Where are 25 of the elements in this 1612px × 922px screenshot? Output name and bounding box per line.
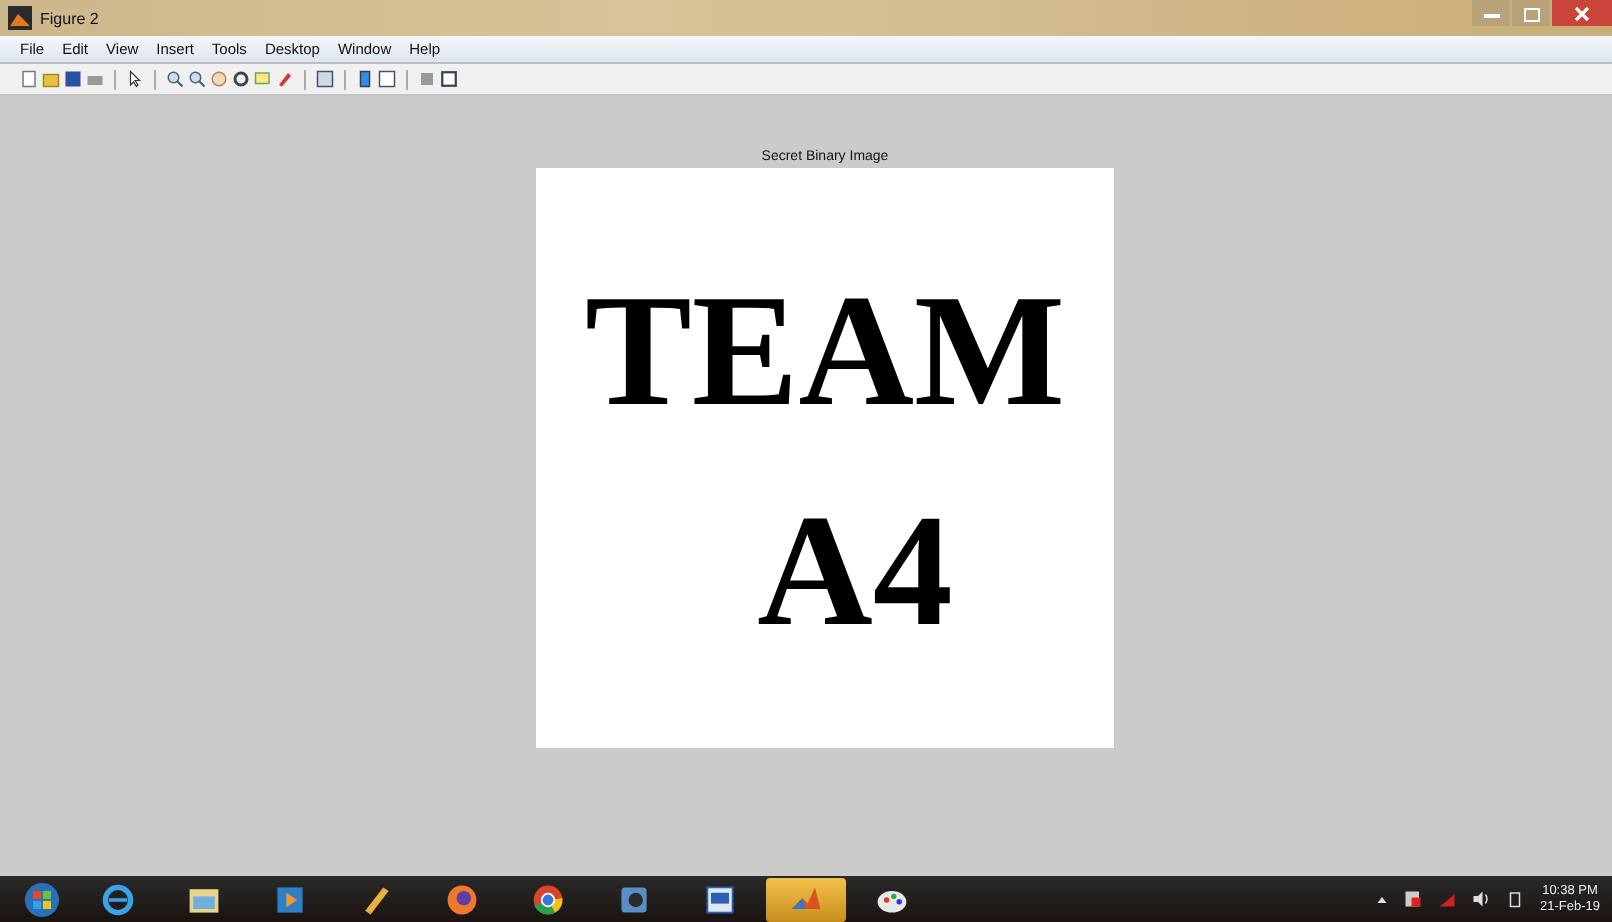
speaker-icon[interactable]	[1472, 890, 1490, 908]
pointer-icon[interactable]	[126, 70, 144, 88]
up-arrow-icon[interactable]	[1376, 893, 1388, 905]
new-icon[interactable]	[20, 70, 38, 88]
flag-icon[interactable]	[1404, 890, 1422, 908]
browser-icon	[444, 881, 480, 917]
start-button	[24, 881, 60, 917]
zoomout-icon[interactable]	[188, 70, 206, 88]
image-text: TEAM	[585, 272, 1065, 432]
browser-icon	[530, 881, 566, 917]
network-icon[interactable]	[1438, 890, 1456, 908]
taskbar-button[interactable]	[766, 877, 846, 921]
zoomin-icon[interactable]	[166, 70, 184, 88]
battery-icon[interactable]	[1506, 890, 1524, 908]
close-button[interactable]	[1552, 0, 1612, 26]
close-icon	[1572, 5, 1592, 21]
maximize-icon	[1521, 5, 1541, 21]
save-icon[interactable]	[64, 70, 82, 88]
window-title: Figure 2	[40, 9, 99, 27]
browser-icon	[100, 881, 136, 917]
image-text: A4	[757, 492, 953, 652]
document-icon	[702, 881, 738, 917]
peak-icon	[8, 6, 32, 30]
brush-icon[interactable]	[276, 70, 294, 88]
play-icon	[272, 881, 308, 917]
